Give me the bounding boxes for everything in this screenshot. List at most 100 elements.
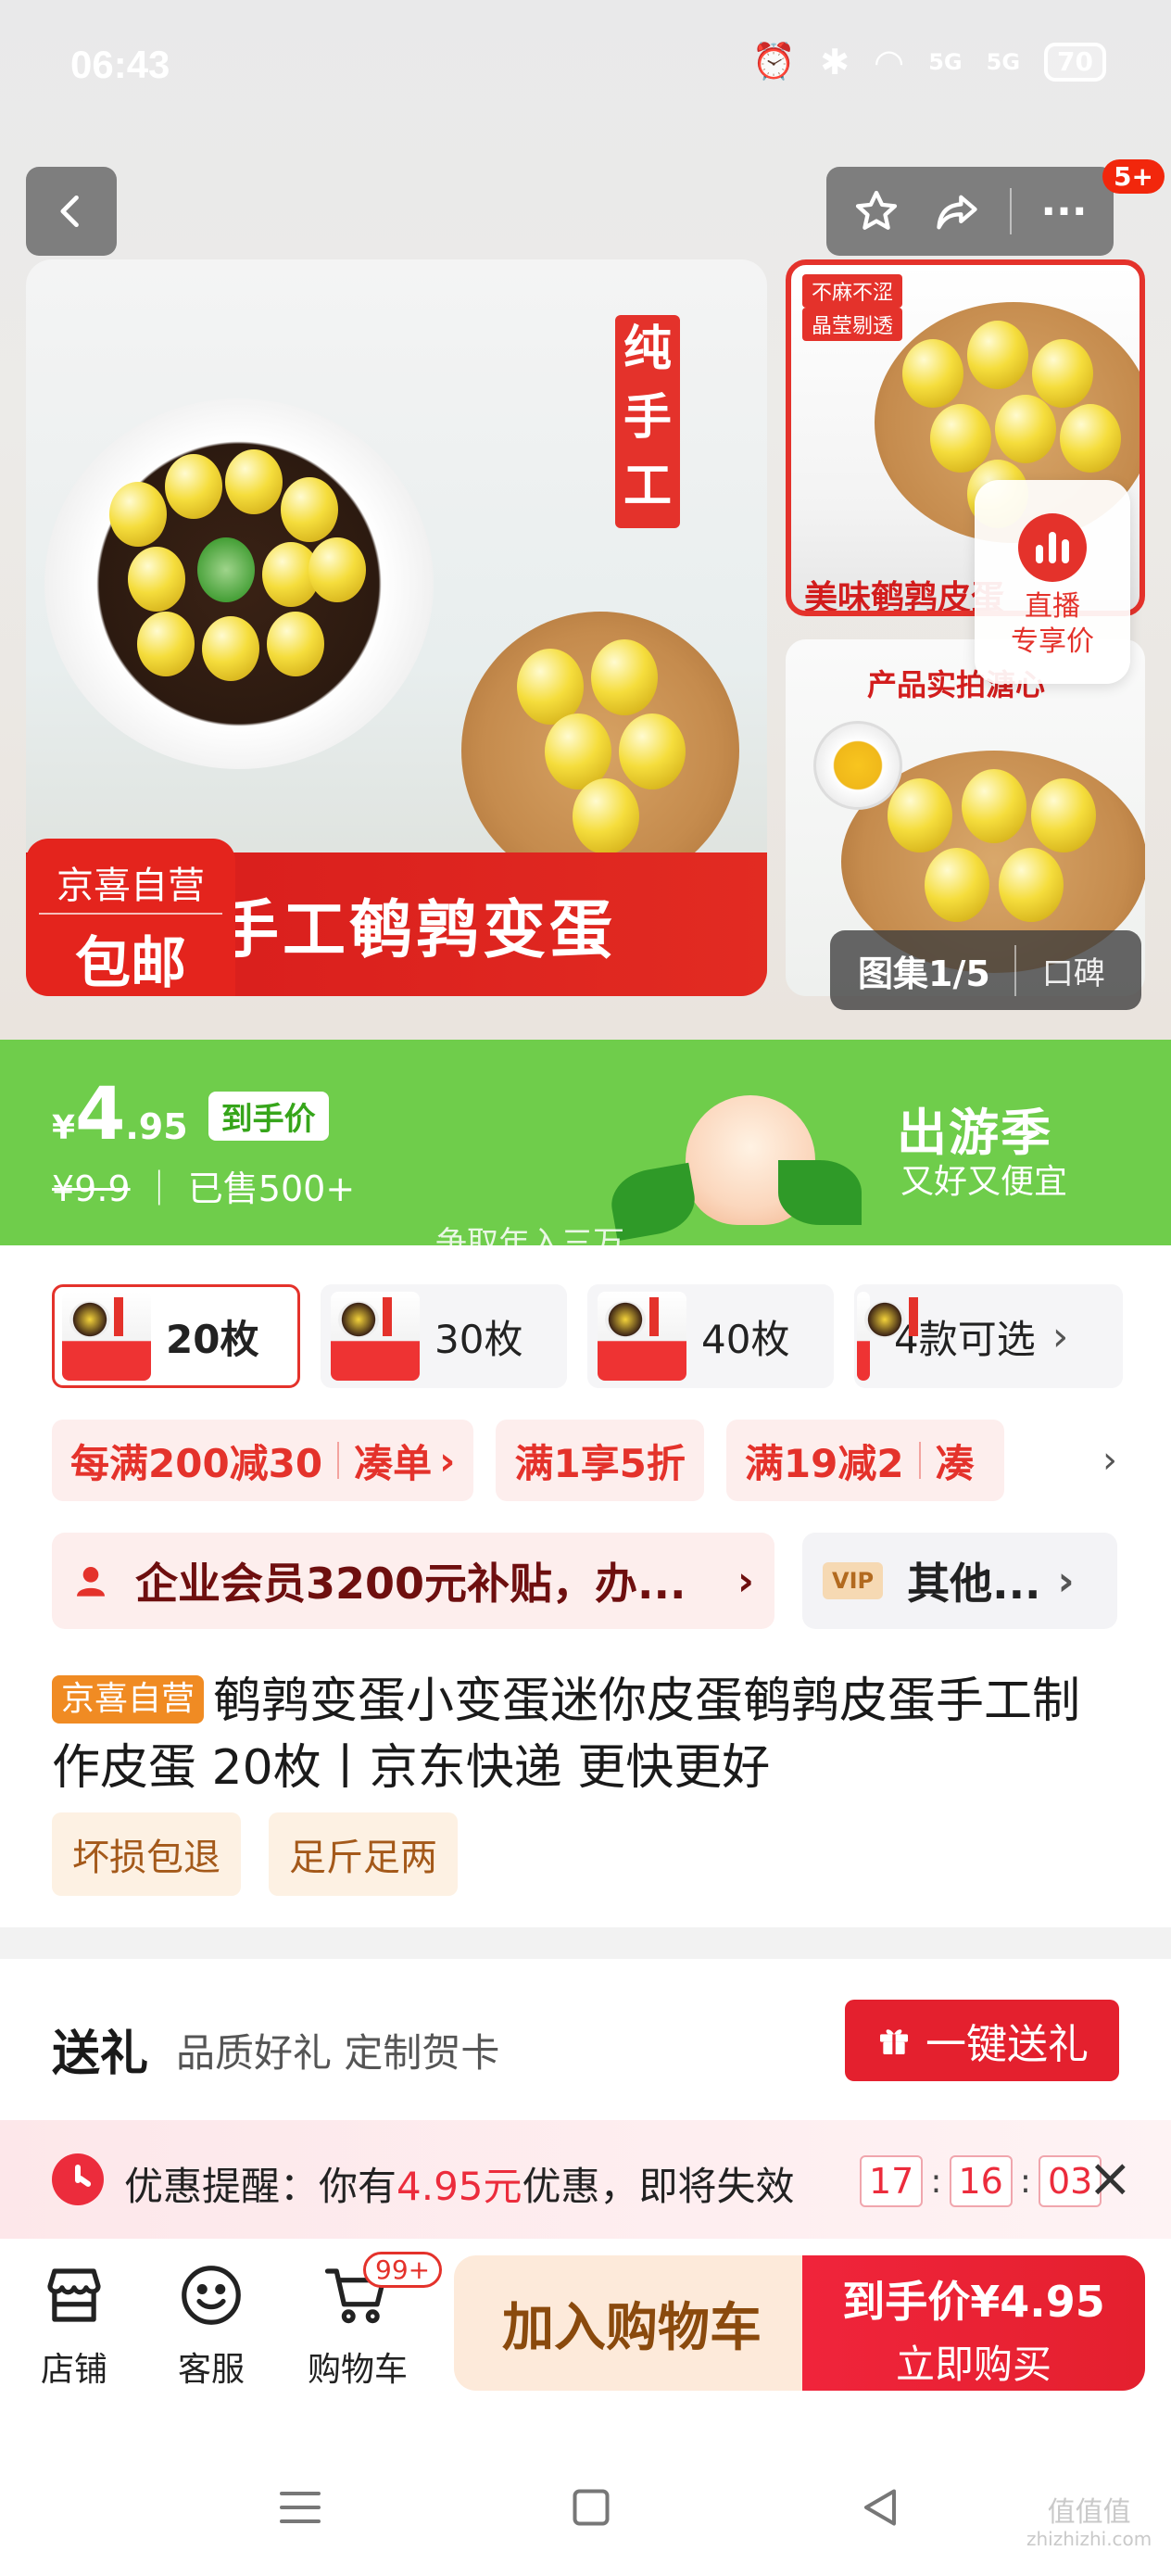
live-price-label: 专享价 [1011, 625, 1094, 658]
status-bar: 06:43 ⏰ ✱ ◠ 5G 5G 70 [0, 0, 1171, 134]
chevron-right-icon[interactable]: › [1102, 1439, 1117, 1482]
service-tag: 足斤足两 [269, 1812, 458, 1896]
divider [337, 1442, 340, 1479]
coupon-action: 凑单 [354, 1440, 433, 1486]
back-nav-icon[interactable] [852, 2480, 908, 2535]
divider [918, 1442, 921, 1479]
spec-option-30[interactable]: 30枚 [321, 1284, 567, 1388]
faint-banner-text: 争取年入三万 [435, 1225, 624, 1262]
other-benefits-button[interactable]: VIP 其他... › [802, 1533, 1117, 1629]
clock-icon [52, 2153, 104, 2205]
thumb-tag-1: 不麻不涩 [802, 274, 903, 308]
buy-label: 立即购买 [895, 2342, 1051, 2387]
cut-egg-image [813, 721, 902, 810]
spec-option-20[interactable]: 20枚 [52, 1284, 300, 1388]
member-row: 企业会员3200元补贴，办... › VIP 其他... › [52, 1533, 1117, 1629]
divider: ｜ [141, 1168, 188, 1209]
self-operated-badge: 京喜自营 [52, 1675, 205, 1724]
system-nav-bar [0, 2424, 1171, 2576]
timer-minutes: 16 [949, 2155, 1013, 2207]
timer-hours: 17 [860, 2155, 924, 2207]
add-to-cart-button[interactable]: 加入购物车 [454, 2255, 810, 2391]
menu-icon[interactable] [272, 2480, 328, 2535]
original-price: ¥9.9 [52, 1168, 131, 1209]
signal-icon-2: 5G [986, 48, 1021, 75]
price-decimal: .95 [125, 1106, 188, 1147]
spec-label: 30枚 [434, 1316, 523, 1362]
smile-icon [182, 2266, 241, 2325]
store-button[interactable]: 店铺 [19, 2259, 130, 2391]
coupon-full-reduction-2[interactable]: 满19减2 凑 [725, 1420, 1004, 1501]
self-operated-tag: 京喜自营 包邮 [26, 839, 235, 996]
chevron-left-icon [60, 195, 79, 228]
service-tags: 坏损包退 足斤足两 [52, 1812, 458, 1896]
member-text: 企业会员3200元补贴，办... [135, 1559, 686, 1609]
spec-option-40[interactable]: 40枚 [587, 1284, 834, 1388]
handmade-stamp: 纯手工 [615, 315, 680, 528]
product-title: 京喜自营 鹌鹑变蛋小变蛋迷你皮蛋鹌鹑皮蛋手工制作皮蛋 20枚丨京东快递 更快更好 [52, 1668, 1127, 1801]
store-icon [47, 2268, 101, 2322]
send-gift-button[interactable]: 一键送礼 [845, 2000, 1119, 2081]
spec-label: 20枚 [166, 1316, 259, 1362]
spec-thumbnail [331, 1292, 420, 1381]
spec-thumbnail [598, 1292, 686, 1381]
buy-now-button[interactable]: 到手价¥4.95 立即购买 [802, 2255, 1145, 2391]
self-tag-line1: 京喜自营 [39, 839, 222, 915]
currency-symbol: ¥ [52, 1109, 76, 1147]
star-icon[interactable] [849, 183, 904, 239]
share-icon[interactable] [929, 183, 985, 239]
close-icon[interactable]: × [1088, 2146, 1133, 2209]
self-tag-line2: 包邮 [75, 931, 186, 996]
chevron-right-icon: › [439, 1437, 456, 1484]
gift-section: 送礼 品质好礼 定制贺卡 一键送礼 [0, 1959, 1171, 2120]
alarm-icon: ⏰ [751, 41, 797, 82]
live-stream-entry[interactable]: 直播 专享价 [975, 480, 1130, 684]
banner-text: 手工鹌鹑变蛋 [216, 894, 617, 967]
reminder-prefix: 优惠提醒：你有 [124, 2164, 397, 2209]
countdown-timer: 17 : 16 : 03 [860, 2155, 1102, 2207]
price-sub-row: ¥9.9 ｜ 已售500+ [52, 1160, 355, 1211]
reminder-text: 优惠提醒：你有4.95元优惠，即将失效 [124, 2155, 795, 2212]
coupon-text: 满19减2 [744, 1440, 904, 1486]
product-title-text: 鹌鹑变蛋小变蛋迷你皮蛋鹌鹑皮蛋手工制作皮蛋 20枚丨京东快递 更快更好 [52, 1673, 1081, 1796]
final-price-tag: 到手价 [208, 1092, 329, 1141]
live-label: 直播 [1025, 590, 1080, 623]
wifi-icon: ◠ [874, 41, 905, 82]
spec-thumbnail [857, 1292, 918, 1381]
gallery-counter[interactable]: 图集1/5 口碑 [830, 930, 1141, 1010]
coupon-full-reduction[interactable]: 每满200减30 凑单 › [52, 1420, 474, 1501]
coupon-text: 满1享5折 [514, 1440, 686, 1486]
watermark: 值值值 zhizhizhi.com [1026, 2496, 1152, 2552]
watermark-line2: zhizhizhi.com [1026, 2528, 1152, 2550]
coupon-discount[interactable]: 满1享5折 [496, 1420, 704, 1501]
gift-title: 送礼 [52, 2027, 149, 2082]
chevron-right-icon: › [1051, 1312, 1069, 1360]
send-gift-label: 一键送礼 [925, 2021, 1089, 2068]
timer-colon: : [1019, 2162, 1031, 2201]
cart-count-badge: 99+ [363, 2252, 443, 2288]
price-band: ¥ 4 .95 到手价 ¥9.9 ｜ 已售500+ 出游季 又好又便宜 [0, 1040, 1171, 1245]
review-tab[interactable]: 口碑 [1016, 948, 1105, 993]
current-price: ¥ 4 .95 到手价 [52, 1073, 329, 1156]
cart-button[interactable]: 99+ 购物车 [302, 2252, 443, 2391]
status-time: 06:43 [70, 43, 170, 86]
product-gallery[interactable]: 06:43 ⏰ ✱ ◠ 5G 5G 70 纯手工 手工鹌鹑变蛋 京喜自营 包邮 … [0, 0, 1171, 1042]
signal-icon: 5G [928, 48, 963, 75]
discount-reminder: 优惠提醒：你有4.95元优惠，即将失效 17 : 16 : 03 × [0, 2120, 1171, 2239]
watermark-line1: 值值值 [1047, 2496, 1131, 2529]
spec-selector: 20枚 30枚 40枚 4款可选 › [52, 1284, 1123, 1388]
back-button[interactable] [26, 167, 117, 256]
home-icon[interactable] [563, 2480, 619, 2535]
spec-more-button[interactable]: 4款可选 › [854, 1284, 1123, 1388]
coupon-action: 凑 [935, 1440, 975, 1486]
more-icon[interactable]: ··· [1037, 183, 1092, 239]
battery-indicator: 70 [1044, 42, 1106, 82]
bottom-action-bar: 店铺 客服 99+ 购物车 加入购物车 到手价¥4.95 立即购买 [0, 2239, 1171, 2424]
cart-label: 购物车 [307, 2351, 408, 2389]
service-tag: 坏损包退 [52, 1812, 241, 1896]
enterprise-member-banner[interactable]: 企业会员3200元补贴，办... › [52, 1533, 774, 1629]
leaf-decoration [778, 1160, 862, 1225]
customer-service-button[interactable]: 客服 [156, 2259, 267, 2391]
chevron-right-icon: › [737, 1557, 754, 1605]
live-icon [1018, 513, 1087, 582]
